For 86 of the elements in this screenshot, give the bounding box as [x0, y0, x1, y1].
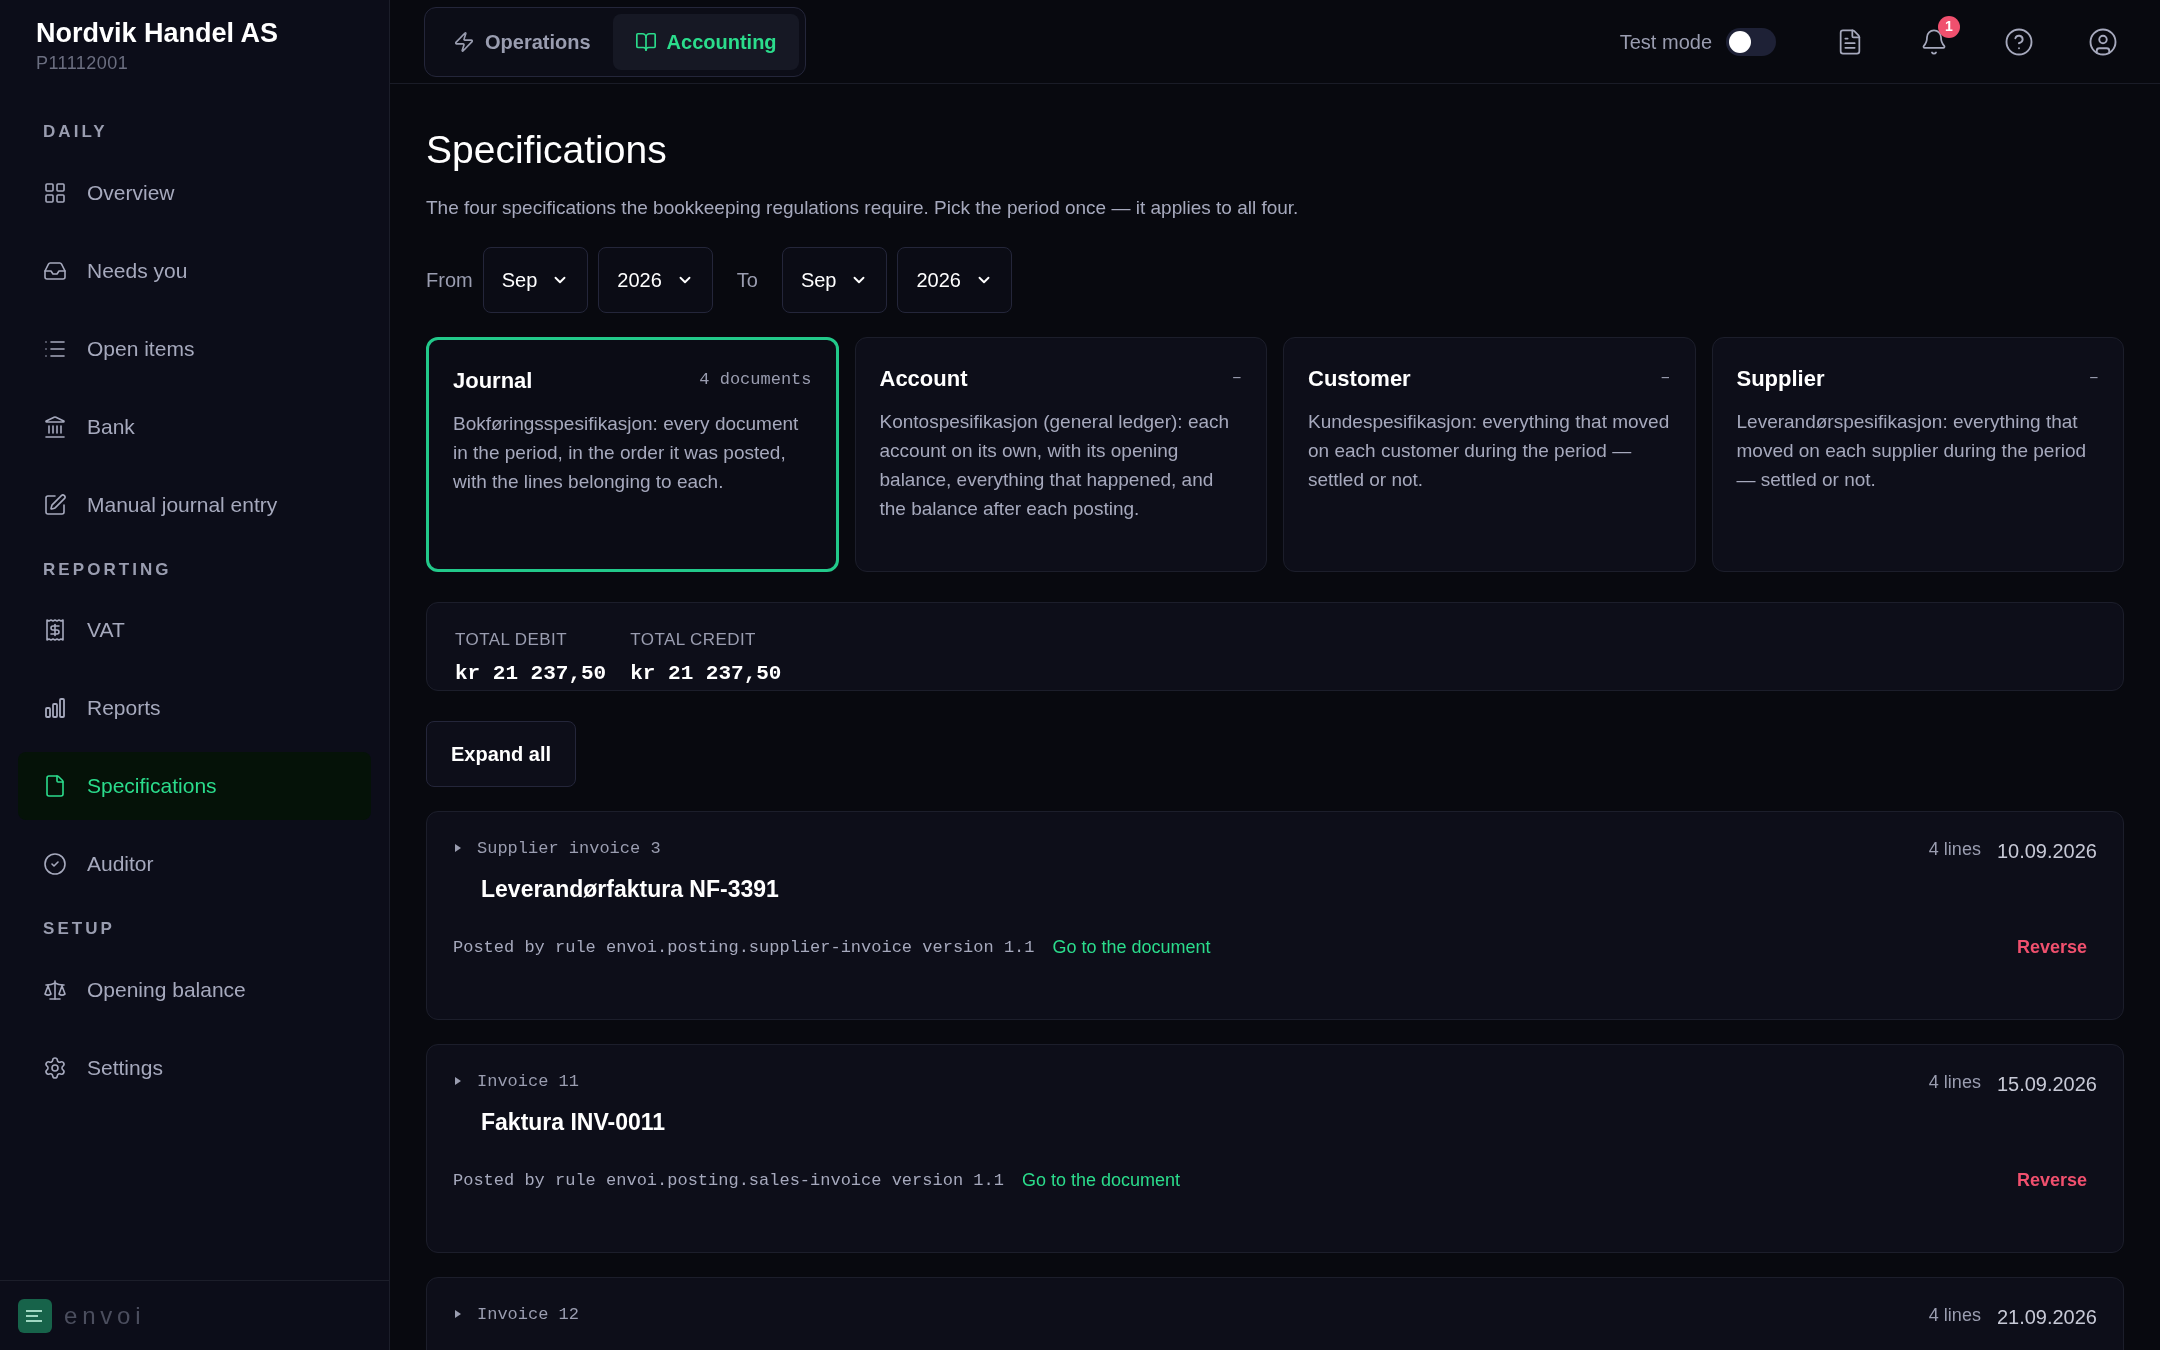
grid-icon	[43, 180, 67, 205]
caret-icon[interactable]	[453, 1076, 463, 1087]
top-tab[interactable]: Operations	[431, 13, 613, 70]
specification-card[interactable]: Account – Kontospesifikasjon (general ledger): each account on its own, with its opening balance, everything that happened, and the balance after each posting.	[854, 336, 1267, 572]
company-name: Nordvik Handel AS	[36, 17, 280, 50]
sidebar-item[interactable]: Open items	[18, 314, 371, 383]
card-meta: –	[2088, 367, 2099, 390]
receipt-icon	[43, 618, 67, 642]
settings-icon	[43, 1055, 67, 1080]
document-type: Supplier invoice 3	[477, 837, 661, 860]
page-title: Specifications	[426, 128, 668, 172]
dropdown-select[interactable]: Sep	[781, 246, 888, 313]
entry-date: 15.09.2026	[1996, 1071, 2097, 1097]
bar-chart-icon	[43, 696, 67, 720]
notification-icon[interactable]	[1920, 27, 1948, 56]
dropdown-select[interactable]: 2026	[897, 246, 1012, 313]
notification-badge: 1	[1938, 15, 1960, 38]
sidebar-item[interactable]: Auditor	[18, 830, 371, 898]
from-label: From	[426, 267, 473, 293]
company-id: P11112001	[36, 52, 130, 75]
card-description: Kundespesifikasjon: everything that moved on each customer during the period — settled or not.	[1308, 409, 1671, 492]
card-title: Account	[879, 364, 968, 393]
sidebar-item[interactable]: Needs you	[18, 236, 371, 305]
entry-title: Leverandørfaktura NF-3391	[481, 874, 780, 904]
section-heading: REPORTING	[42, 558, 173, 581]
sidebar-item[interactable]: Reports	[18, 674, 371, 742]
card-meta: –	[1660, 367, 1671, 390]
brand-name: envoi	[64, 1300, 146, 1331]
sidebar-item[interactable]: Bank	[18, 392, 371, 461]
sidebar-item[interactable]: Settings	[18, 1033, 371, 1102]
card-title: Supplier	[1736, 364, 1825, 393]
total-label: TOTAL CREDIT	[630, 628, 757, 651]
specification-card[interactable]: Journal 4 documents Bokføringsspesifikasjon: every document in the period, in the order it was posted, with the lines belonging to each.	[426, 336, 839, 572]
logo-icon	[18, 1298, 52, 1333]
total-value: kr 21 237,50	[455, 661, 607, 687]
section-heading: SETUP	[42, 918, 116, 940]
test-mode-toggle[interactable]	[1726, 27, 1776, 56]
sidebar-item[interactable]: VAT	[18, 596, 371, 664]
sidebar-item[interactable]: Manual journal entry	[18, 470, 371, 539]
card-description: Kontospesifikasjon (general ledger): each account on its own, with its opening balance, everything that happened, and the balance after each posting.	[879, 409, 1231, 521]
specification-card[interactable]: Customer – Kundespesifikasjon: everything that moved on each customer during the period — settled or not.	[1283, 336, 1696, 572]
test-mode-label: Test mode	[1619, 29, 1712, 55]
document-type: Invoice 11	[477, 1070, 580, 1093]
document-icon	[43, 774, 67, 798]
help-icon[interactable]	[2004, 26, 2034, 57]
section-heading: DAILY	[42, 121, 109, 143]
entry-date: 21.09.2026	[1996, 1304, 2097, 1330]
reverse-link[interactable]: Reverse	[2016, 934, 2087, 961]
dropdown-select[interactable]: 2026	[598, 246, 713, 313]
document-link[interactable]: Go to the document	[1052, 934, 1211, 961]
check-circle-icon	[43, 852, 67, 876]
to-label: To	[736, 267, 758, 293]
sidebar-item[interactable]: Opening balance	[18, 955, 371, 1024]
posting-rule: Posted by rule envoi.posting.sales-invoice version 1.1	[453, 1169, 1004, 1192]
pencil-icon	[43, 492, 67, 517]
card-title: Customer	[1308, 364, 1411, 393]
entry-title: Faktura INV-0011	[481, 1107, 667, 1137]
card-description: Leverandørspesifikasjon: everything that moved on each supplier during the period — settled or not.	[1736, 409, 2088, 492]
total-value: kr 21 237,50	[630, 661, 782, 687]
line-count: 4 lines	[1928, 1070, 1981, 1094]
book-icon	[634, 30, 657, 53]
total-label: TOTAL DEBIT	[455, 628, 569, 651]
entry-date: 10.09.2026	[1996, 838, 2097, 864]
expand-all-button[interactable]: Expand all	[426, 720, 577, 787]
lightning-icon	[453, 30, 475, 53]
sidebar-item[interactable]: Specifications	[18, 752, 371, 820]
user-icon[interactable]	[2088, 26, 2118, 57]
posting-rule: Posted by rule envoi.posting.supplier-invoice version 1.1	[453, 936, 1035, 959]
card-meta: 4 documents	[699, 369, 812, 392]
document-type: Invoice 12	[477, 1303, 580, 1326]
dropdown-select[interactable]: Sep	[482, 246, 589, 313]
line-count: 4 lines	[1928, 837, 1981, 861]
reverse-link[interactable]: Reverse	[2016, 1167, 2087, 1194]
page-description: The four specifications the bookkeeping regulations require. Pick the period once — it applies to all four.	[426, 196, 1300, 220]
card-title: Journal	[453, 366, 533, 395]
bank-icon	[43, 414, 67, 439]
sidebar-item[interactable]: Overview	[18, 158, 371, 227]
specification-card[interactable]: Supplier – Leverandørspesifikasjon: everything that moved on each supplier during the period — settled or not.	[1711, 336, 2124, 572]
card-description: Bokføringsspesifikasjon: every document in the period, in the order it was posted, with the lines belonging to each.	[453, 411, 800, 494]
scale-icon	[43, 977, 67, 1002]
caret-icon[interactable]	[453, 843, 463, 854]
top-tab[interactable]: Accounting	[612, 13, 799, 70]
line-count: 4 lines	[1928, 1303, 1981, 1327]
caret-icon[interactable]	[453, 1309, 463, 1320]
document-link[interactable]: Go to the document	[1021, 1167, 1180, 1194]
card-meta: –	[1231, 367, 1242, 390]
